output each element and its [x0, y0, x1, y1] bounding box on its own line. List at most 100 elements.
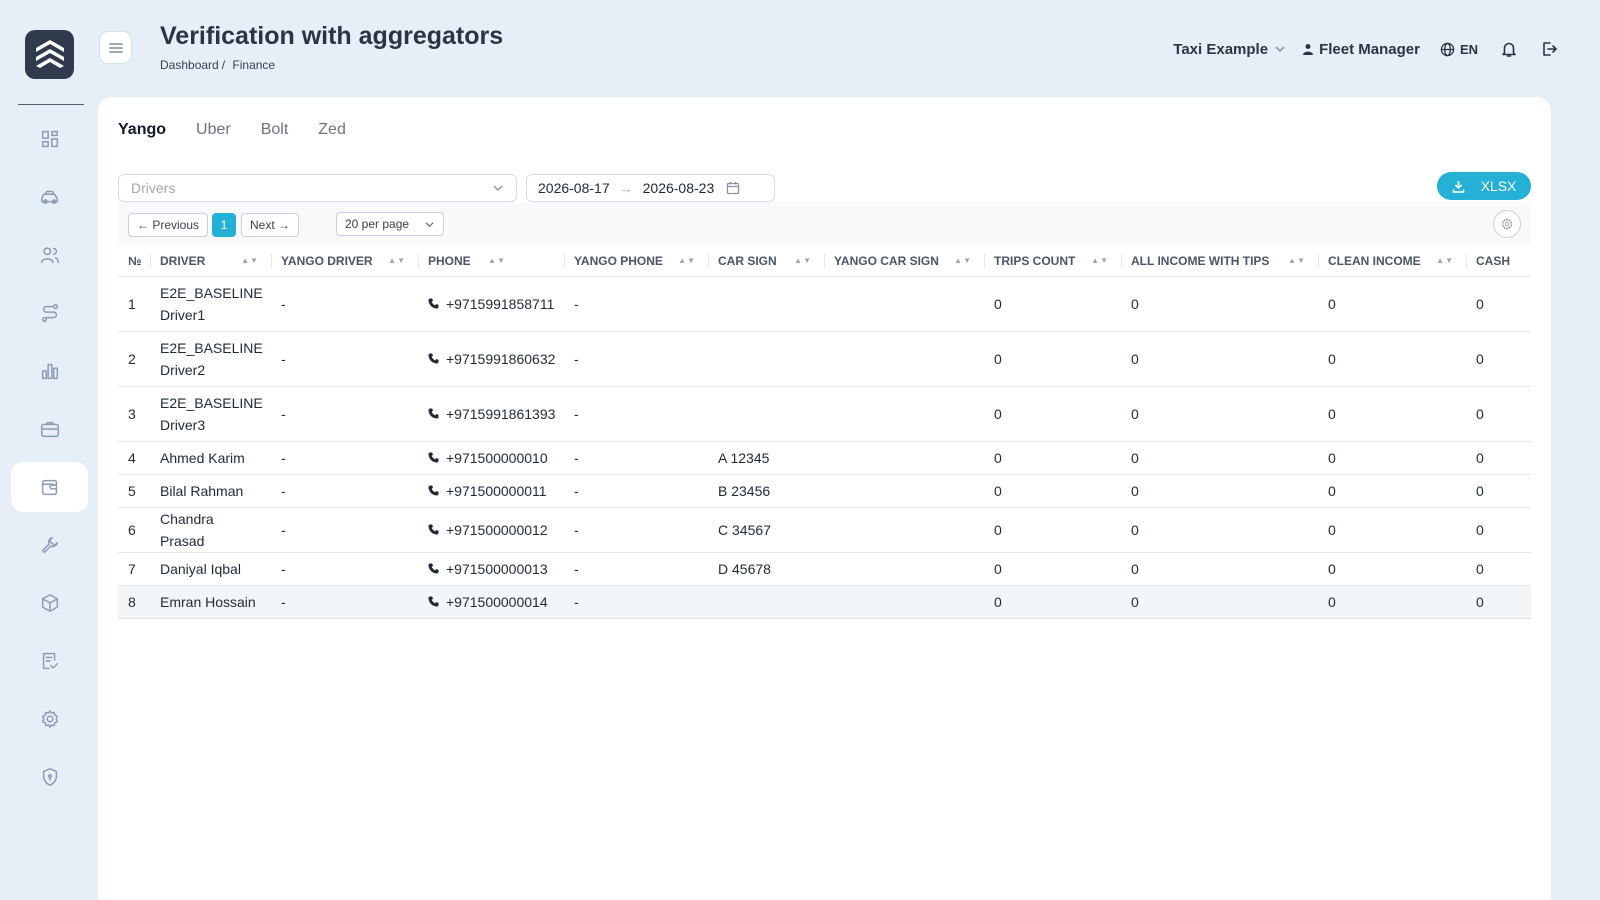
date-from[interactable]: 2026-08-17: [538, 180, 610, 196]
tab-yango[interactable]: Yango: [118, 121, 166, 139]
briefcase-icon: [40, 421, 59, 438]
drivers-select-placeholder: Drivers: [131, 180, 176, 196]
table-row[interactable]: 1 E2E_BASELINE Driver1 - +9715991858711 -…: [118, 276, 1531, 332]
shield-icon: [42, 768, 57, 786]
previous-page-button[interactable]: ← Previous: [128, 213, 209, 237]
column-clean-income[interactable]: CLEAN INCOME ▲▼: [1318, 246, 1466, 277]
route-icon: [41, 304, 58, 322]
sidebar-item-finance[interactable]: [11, 462, 88, 512]
language-selector[interactable]: EN: [1440, 42, 1478, 57]
sidebar-item-inventory[interactable]: [11, 578, 88, 628]
logo-icon: [35, 39, 64, 68]
chart-icon: [41, 363, 58, 380]
date-range-picker[interactable]: 2026-08-17 → 2026-08-23: [526, 174, 775, 202]
chevron-down-icon: [425, 221, 434, 227]
sort-icon[interactable]: ▲▼: [794, 256, 812, 265]
sidebar-item-reports[interactable]: [11, 346, 88, 396]
sidebar-item-checklists[interactable]: [11, 636, 88, 686]
phone-icon: [428, 563, 439, 574]
bell-icon: [1502, 42, 1516, 57]
sidebar-item-business[interactable]: [11, 404, 88, 454]
table-row[interactable]: 4 Ahmed Karim - +971500000010 - A 12345 …: [118, 441, 1531, 475]
column-driver[interactable]: DRIVER ▲▼: [150, 246, 271, 277]
user-icon: [1303, 44, 1314, 55]
header-actions: Taxi Example Fleet Manager EN: [1173, 38, 1558, 60]
sidebar-item-cars[interactable]: [11, 172, 88, 222]
phone-icon: [428, 596, 439, 607]
logout-button[interactable]: [1540, 40, 1558, 58]
table-row[interactable]: 5 Bilal Rahman - +971500000011 - B 23456…: [118, 474, 1531, 508]
table-row[interactable]: 2 E2E_BASELINE Driver2 - +9715991860632 -…: [118, 331, 1531, 387]
phone-icon: [428, 298, 439, 309]
sidebar-item-settings[interactable]: [11, 694, 88, 744]
phone-icon: [428, 408, 439, 419]
checklist-icon: [42, 652, 58, 670]
table-header-row: № DRIVER ▲▼ YANGO DRIVER ▲▼ PHONE ▲▼ YANGO …: [118, 246, 1531, 277]
phone-icon: [428, 353, 439, 364]
chevron-down-icon: [1275, 46, 1285, 53]
tab-bolt[interactable]: Bolt: [261, 121, 289, 139]
tab-zed[interactable]: Zed: [318, 121, 346, 139]
sort-icon[interactable]: ▲▼: [678, 256, 696, 265]
verification-table-wrapper: № DRIVER ▲▼ YANGO DRIVER ▲▼ PHONE ▲▼ YANGO …: [118, 246, 1531, 619]
column-yango-driver[interactable]: YANGO DRIVER ▲▼: [271, 246, 418, 277]
phone-icon: [428, 452, 439, 463]
sidebar-item-users[interactable]: [11, 230, 88, 280]
column-trips-count[interactable]: TRIPS COUNT ▲▼: [984, 246, 1121, 277]
column-number: №: [118, 246, 150, 277]
user-menu[interactable]: Fleet Manager: [1302, 41, 1420, 58]
sidebar-item-routes[interactable]: [11, 288, 88, 338]
sidebar-item-maintenance[interactable]: [11, 520, 88, 570]
sort-icon[interactable]: ▲▼: [488, 256, 506, 265]
sidebar-item-dashboard[interactable]: [11, 114, 88, 164]
sort-icon[interactable]: ▲▼: [388, 256, 406, 265]
phone-icon: [428, 485, 439, 496]
gear-icon: [1501, 217, 1513, 231]
sort-icon[interactable]: ▲▼: [1288, 256, 1306, 265]
column-all-income-with-tips[interactable]: ALL INCOME WITH TIPS ▲▼: [1121, 246, 1318, 277]
column-cash[interactable]: CASH: [1466, 246, 1531, 277]
page-number-button[interactable]: 1: [212, 213, 236, 237]
sort-icon[interactable]: ▲▼: [241, 256, 259, 265]
logo[interactable]: [25, 30, 74, 79]
table-row[interactable]: 8 Emran Hossain - +971500000014 - 0 0 0 …: [118, 585, 1531, 619]
sidebar: [0, 0, 96, 900]
verification-table: № DRIVER ▲▼ YANGO DRIVER ▲▼ PHONE ▲▼ YANGO …: [118, 246, 1531, 619]
column-yango-car-sign[interactable]: YANGO CAR SIGN ▲▼: [824, 246, 984, 277]
menu-toggle-button[interactable]: [99, 31, 132, 64]
sort-icon[interactable]: ▲▼: [954, 256, 972, 265]
logout-icon: [1543, 42, 1557, 56]
aggregator-tabs: Yango Uber Bolt Zed: [118, 121, 376, 139]
next-page-button[interactable]: Next →: [241, 213, 300, 237]
table-row[interactable]: 7 Daniyal Iqbal - +971500000013 - D 4567…: [118, 552, 1531, 586]
calendar-icon: [727, 182, 740, 195]
download-icon: [1452, 180, 1464, 193]
breadcrumb-finance: Finance: [232, 58, 276, 72]
column-phone[interactable]: PHONE ▲▼: [418, 246, 564, 277]
per-page-select[interactable]: 20 per page: [336, 212, 444, 236]
page-title: Verification with aggregators: [160, 22, 504, 50]
table-row[interactable]: 6 Chandra Prasad - +971500000012 - C 345…: [118, 507, 1531, 553]
sort-icon[interactable]: ▲▼: [1091, 256, 1109, 265]
column-car-sign[interactable]: CAR SIGN ▲▼: [708, 246, 824, 277]
hamburger-icon: [108, 42, 123, 53]
company-selector[interactable]: Taxi Example: [1173, 41, 1286, 58]
sidebar-divider: [18, 104, 84, 105]
sidebar-item-security[interactable]: [11, 752, 88, 802]
table-settings-button[interactable]: [1493, 210, 1521, 238]
per-page-label: 20 per page: [345, 217, 410, 231]
car-icon: [40, 190, 58, 204]
date-to[interactable]: 2026-08-23: [643, 180, 715, 196]
table-row[interactable]: 3 E2E_BASELINE Driver3 - +9715991861393 -…: [118, 386, 1531, 442]
column-yango-phone[interactable]: YANGO PHONE ▲▼: [564, 246, 708, 277]
notifications-button[interactable]: [1500, 40, 1518, 58]
breadcrumb-dashboard[interactable]: Dashboard: [160, 58, 219, 72]
drivers-select[interactable]: Drivers: [118, 174, 517, 202]
sort-icon[interactable]: ▲▼: [1436, 256, 1454, 265]
chevron-down-icon: [493, 185, 503, 191]
users-icon: [40, 247, 59, 264]
table-toolbar: ← Previous 1 Next → 20 per page: [118, 202, 1531, 244]
phone-icon: [428, 524, 439, 535]
export-xlsx-button[interactable]: XLSX: [1437, 172, 1531, 200]
tab-uber[interactable]: Uber: [196, 121, 231, 139]
